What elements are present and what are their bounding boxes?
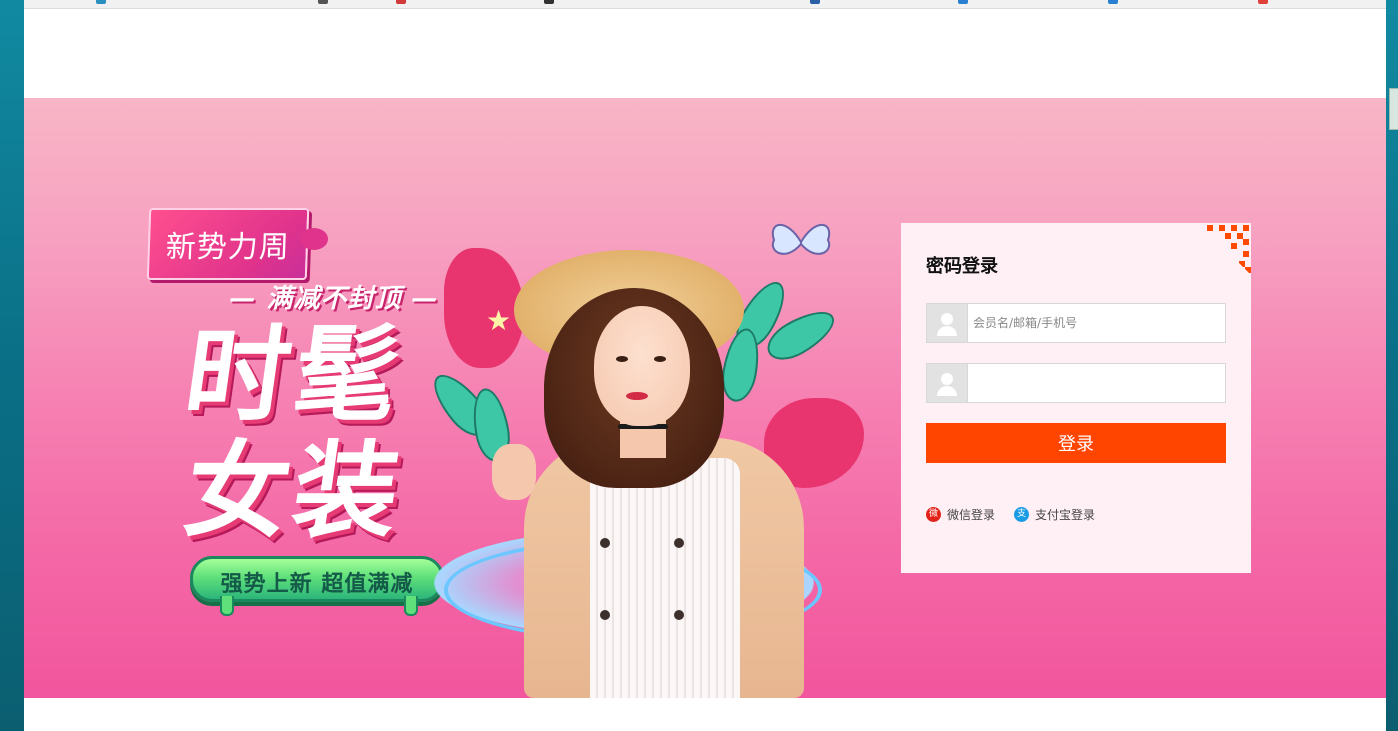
username-input[interactable] — [969, 304, 1227, 342]
bookmark-icon[interactable] — [396, 0, 406, 4]
bookmark-icon[interactable] — [1108, 0, 1118, 4]
model-face — [594, 306, 690, 426]
login-button[interactable]: 登录 — [926, 423, 1226, 463]
pill-drip-decor — [220, 596, 234, 616]
qr-code-login-icon[interactable] — [1199, 223, 1251, 275]
alipay-icon: 支 — [1014, 507, 1029, 522]
bookmark-icon[interactable] — [318, 0, 328, 4]
sparkle-icon: ★ — [486, 304, 512, 337]
headline-line2: 女装 — [177, 430, 411, 552]
bookmark-icon[interactable] — [1258, 0, 1268, 4]
username-field — [926, 303, 1227, 343]
headline-line1: 时髦 — [177, 314, 411, 436]
browser-window: ★ 新势力周 — 满减不封顶 — 时髦 女装 强势上新 超值满减 密码登录 会员… — [24, 0, 1386, 731]
button-decor — [674, 610, 684, 620]
desktop-background-right — [1386, 0, 1398, 731]
promo-tagline: — 满减不封顶 — — [229, 284, 439, 314]
bookmark-icon[interactable] — [810, 0, 820, 4]
login-title: 密码登录 — [926, 256, 998, 277]
badge-drip-decor — [300, 228, 328, 250]
model-top — [590, 458, 740, 698]
alipay-login-label: 支付宝登录 — [1035, 508, 1096, 522]
pill-drip-decor — [404, 596, 418, 616]
password-input[interactable] — [969, 364, 1227, 402]
bookmark-icon[interactable] — [544, 0, 554, 4]
promo-banner[interactable]: ★ 新势力周 — 满减不封顶 — 时髦 女装 强势上新 超值满减 密码登录 会员… — [24, 98, 1386, 698]
model-hand — [492, 444, 536, 500]
password-field — [926, 363, 1227, 403]
model-lips — [626, 392, 648, 400]
bookmark-bar — [24, 0, 1386, 9]
button-decor — [600, 538, 610, 548]
butterfly-icon — [771, 223, 831, 255]
promo-badge-text: 新势力周 — [165, 230, 291, 265]
bookmark-icon[interactable] — [958, 0, 968, 4]
bookmark-icon[interactable] — [96, 0, 106, 4]
model-eye — [616, 356, 628, 362]
model-eye — [654, 356, 666, 362]
promo-badge: 新势力周 — [146, 208, 310, 280]
weibo-icon: 微 — [926, 507, 941, 522]
user-icon — [927, 304, 968, 342]
button-decor — [600, 610, 610, 620]
desktop-shortcut-icon[interactable] — [1389, 88, 1398, 130]
weibo-login-link[interactable]: 微 微信登录 — [926, 506, 995, 523]
login-panel: 密码登录 登录 微 微信登录 支 支付宝登录 — [901, 223, 1251, 573]
alipay-login-link[interactable]: 支 支付宝登录 — [1014, 506, 1095, 523]
weibo-login-label: 微信登录 — [947, 508, 996, 522]
button-decor — [674, 538, 684, 548]
desktop-background-left — [0, 0, 24, 731]
promo-pill-text: 强势上新 超值满减 — [220, 572, 414, 597]
lock-icon — [927, 364, 968, 402]
